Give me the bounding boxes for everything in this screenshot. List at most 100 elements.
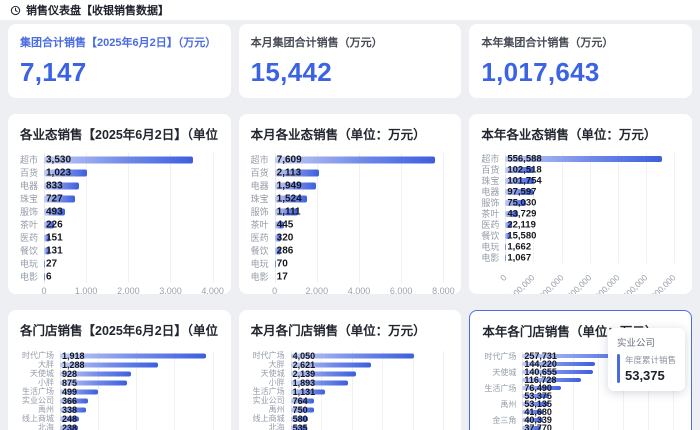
- bar-row: 102,518: [505, 164, 674, 175]
- category-axis: 超市百货电器珠宝服饰茶叶医药餐饮电玩电影: [20, 153, 44, 294]
- bar-row: 151: [44, 231, 213, 244]
- category-label: 百货: [20, 166, 44, 179]
- kpi-value-year: 1,017,643: [481, 57, 680, 88]
- category-label: 超市: [20, 153, 44, 166]
- chart-title: 本月各业态销售（单位：万元）: [251, 124, 450, 143]
- bar-row: 338: [60, 405, 213, 414]
- bar-row: 928: [60, 369, 213, 378]
- bar-row: 1,131: [291, 387, 444, 396]
- bar-value-label: 493: [46, 206, 63, 217]
- plot-area: 3,5301,02383372749322615113127601,0002,0…: [44, 153, 213, 294]
- bar-value-label: 70: [277, 258, 288, 269]
- bar-value-label: 1,662: [507, 241, 531, 252]
- bar-row: 7,609: [275, 153, 444, 166]
- x-axis-tick: 4,000: [201, 286, 224, 294]
- tooltip-value: 53,375: [625, 368, 676, 383]
- bar-row: 37,770: [522, 424, 673, 430]
- bar-row: 101,754: [505, 175, 674, 186]
- page-title: 销售仪表盘【收银销售数据】: [26, 2, 169, 18]
- tooltip-series-marker: [617, 354, 620, 383]
- category-label: 服饰: [251, 205, 275, 218]
- bar-value-label: 226: [46, 219, 63, 230]
- category-axis: 超市百货电器珠宝服饰茶叶医药餐饮电玩电影: [251, 153, 275, 294]
- bar-value-label: 151: [46, 232, 63, 243]
- chart-title: 各业态销售【2025年6月2日】（单位：万...: [20, 124, 219, 143]
- chart-panel-business-daily: 各业态销售【2025年6月2日】（单位：万... 超市百货电器珠宝服饰茶叶医药餐…: [8, 114, 231, 294]
- bar-row: 535: [291, 423, 444, 430]
- bar-value-label: 131: [46, 245, 63, 256]
- category-label: 天使城: [482, 368, 522, 376]
- bar[interactable]: [44, 273, 45, 280]
- category-label: 北海: [251, 423, 291, 430]
- chart-tooltip: 实业公司 年度累计销售 53,375: [608, 328, 685, 391]
- bar-row: 1,524: [275, 192, 444, 205]
- bar-row: 1,949: [275, 179, 444, 192]
- bar-row: 226: [44, 218, 213, 231]
- gridline: [443, 153, 444, 283]
- bar-row: 875: [60, 378, 213, 387]
- gridline: [674, 153, 675, 263]
- category-label: 超市: [251, 153, 275, 166]
- category-label: 餐饮: [20, 244, 44, 257]
- chart-panel-business-year: 本年各业态销售（单位：万元） 超市百货珠宝电器服饰茶叶医药餐饮电玩电影556,5…: [469, 114, 692, 294]
- bar-value-label: 102,518: [507, 164, 541, 175]
- category-label: 电影: [481, 252, 505, 263]
- chart-panel-business-month: 本月各业态销售（单位：万元） 超市百货电器珠宝服饰茶叶医药餐饮电玩电影7,609…: [239, 114, 462, 294]
- category-label: 百货: [251, 166, 275, 179]
- tooltip-series-name: 年度累计销售: [625, 354, 676, 366]
- chart-title: 本年各业态销售（单位：万元）: [481, 124, 680, 143]
- bar-row: 833: [44, 179, 213, 192]
- bar-row: 1,067: [505, 252, 674, 263]
- kpi-title-year: 本年集团合计销售（万元）: [481, 34, 680, 50]
- bar-row: 493: [44, 205, 213, 218]
- bar-row: 556,588: [505, 153, 674, 164]
- category-label: 电玩: [251, 257, 275, 270]
- bar-value-label: 7,609: [277, 154, 302, 165]
- x-axis-tick: 0: [272, 286, 277, 294]
- clock-icon: [10, 5, 21, 16]
- bar-value-label: 75,030: [507, 197, 536, 208]
- category-label: 茶叶: [20, 218, 44, 231]
- chart-title: 各门店销售【2025年6月2日】（单位：万...: [20, 320, 219, 339]
- bar[interactable]: [44, 260, 45, 267]
- tooltip-store-name: 实业公司: [617, 335, 676, 349]
- category-label: 禹州: [482, 400, 522, 408]
- x-axis-tick: 2,000: [306, 286, 329, 294]
- kpi-title-daily: 集团合计销售【2025年6月2日】（万元）: [20, 34, 219, 50]
- bar-value-label: 833: [46, 180, 63, 191]
- category-label: 服饰: [20, 205, 44, 218]
- x-axis-tick: 4,000: [348, 286, 371, 294]
- bar-value-label: 15,580: [507, 230, 536, 241]
- bar-row: 1,111: [275, 205, 444, 218]
- category-label: 餐饮: [251, 244, 275, 257]
- bar[interactable]: [505, 244, 506, 250]
- bar-row: 70: [275, 257, 444, 270]
- bar-value-label: 238: [62, 423, 77, 430]
- category-label: 电器: [251, 179, 275, 192]
- category-label: 金三角: [482, 416, 522, 424]
- bar-row: 6: [44, 270, 213, 283]
- category-label: 电玩: [20, 257, 44, 270]
- bar-row: 727: [44, 192, 213, 205]
- bar-row: 131: [44, 244, 213, 257]
- plot-area: 556,588102,518101,75497,59775,03043,7292…: [505, 153, 674, 294]
- bar-row: 580: [291, 414, 444, 423]
- bar[interactable]: [505, 255, 506, 261]
- bar-value-label: 320: [277, 232, 294, 243]
- category-label: 生活广场: [482, 384, 522, 392]
- bar-row: 1,023: [44, 166, 213, 179]
- x-axis: 0100,000200,000300,000400,000500,000600,…: [505, 263, 674, 294]
- bar-value-label: 101,754: [507, 175, 541, 186]
- bar-row: 238: [60, 423, 213, 430]
- dashboard-grid: 集团合计销售【2025年6月2日】（万元） 7,147 本月集团合计销售（万元）…: [0, 20, 700, 430]
- kpi-card-group-daily: 集团合计销售【2025年6月2日】（万元） 7,147: [8, 24, 231, 98]
- plot-area: 7,6092,1131,9491,5241,111445320286701702…: [275, 153, 444, 294]
- bar-value-label: 1,524: [277, 193, 302, 204]
- bar-value-label: 43,729: [507, 208, 536, 219]
- bar-row: 248: [60, 414, 213, 423]
- bar-row: 22,119: [505, 219, 674, 230]
- bar-row: 366: [60, 396, 213, 405]
- bar[interactable]: [275, 273, 276, 280]
- bar-chart: 超市百货珠宝电器服饰茶叶医药餐饮电玩电影556,588102,518101,75…: [481, 153, 680, 294]
- x-axis-tick: 3,000: [159, 286, 182, 294]
